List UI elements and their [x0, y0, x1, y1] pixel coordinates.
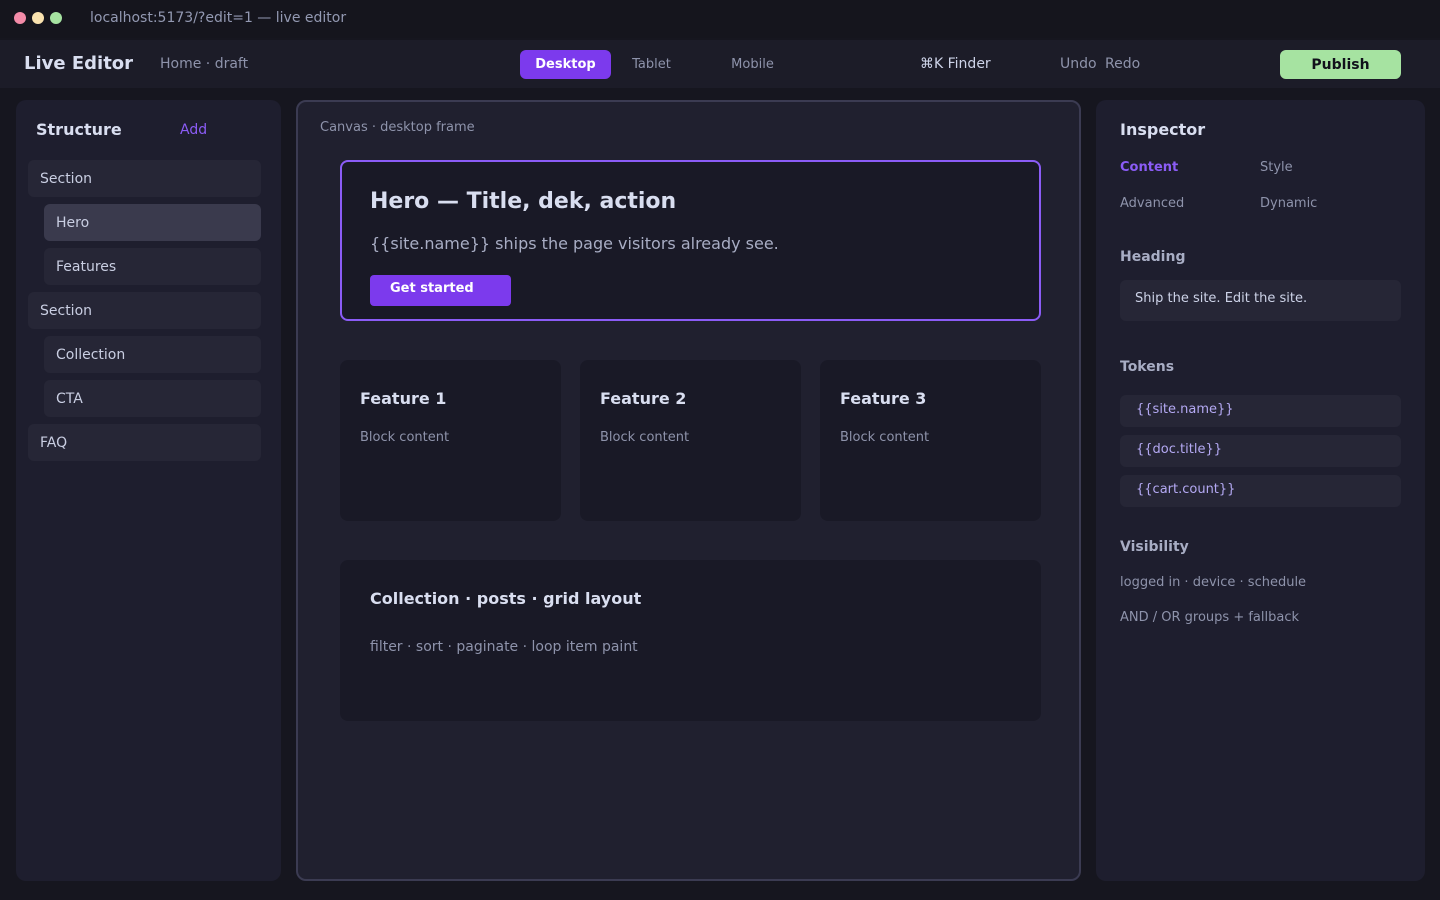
hero-cta-button[interactable]: Get started [370, 275, 511, 306]
minimize-window-icon[interactable] [32, 12, 44, 24]
tree-item-cta[interactable]: CTA [44, 380, 261, 417]
device-tablet-button[interactable]: Tablet [606, 50, 697, 79]
device-desktop-button[interactable]: Desktop [520, 50, 611, 79]
tab-content[interactable]: Content [1120, 160, 1178, 175]
visibility-label: Visibility [1120, 539, 1189, 555]
token-chip[interactable]: {{doc.title}} [1120, 435, 1401, 467]
feature-title: Feature 3 [840, 389, 927, 408]
tree-item-section[interactable]: Section [28, 292, 261, 329]
breadcrumb[interactable]: Home · draft [160, 56, 248, 72]
visibility-conditions: logged in · device · schedule [1120, 575, 1307, 590]
collection-title: Collection · posts · grid layout [370, 589, 642, 608]
tree-item-faq[interactable]: FAQ [28, 424, 261, 461]
tab-style[interactable]: Style [1260, 160, 1293, 175]
feature-body: Block content [840, 430, 930, 445]
redo-button[interactable]: Redo [1105, 56, 1140, 72]
add-block-button[interactable]: Add [180, 122, 207, 138]
tab-advanced[interactable]: Advanced [1120, 196, 1184, 211]
feature-title: Feature 2 [600, 389, 687, 408]
device-mobile-button[interactable]: Mobile [707, 50, 798, 79]
maximize-window-icon[interactable] [50, 12, 62, 24]
canvas-label: Canvas · desktop frame [320, 120, 475, 135]
hero-dek[interactable]: {{site.name}} ships the page visitors al… [370, 234, 779, 253]
collection-subtitle: filter · sort · paginate · loop item pai… [370, 639, 638, 655]
inspector-title: Inspector [1120, 120, 1206, 139]
tree-item-collection[interactable]: Collection [44, 336, 261, 373]
tree-item-section[interactable]: Section [28, 160, 261, 197]
tree-item-features[interactable]: Features [44, 248, 261, 285]
undo-button[interactable]: Undo [1060, 56, 1097, 72]
close-window-icon[interactable] [14, 12, 26, 24]
address-text: localhost:5173/?edit=1 — live editor [90, 10, 347, 26]
feature-body: Block content [600, 430, 690, 445]
token-chip[interactable]: {{site.name}} [1120, 395, 1401, 427]
tree-item-hero[interactable]: Hero [44, 204, 261, 241]
visibility-logic: AND / OR groups + fallback [1120, 610, 1300, 625]
feature-title: Feature 1 [360, 389, 447, 408]
tab-dynamic[interactable]: Dynamic [1260, 196, 1317, 211]
hero-title[interactable]: Hero — Title, dek, action [370, 189, 676, 214]
finder-button[interactable]: ⌘K Finder [920, 56, 991, 72]
heading-label: Heading [1120, 249, 1186, 265]
app-title: Live Editor [24, 53, 134, 74]
tokens-label: Tokens [1120, 359, 1175, 375]
feature-body: Block content [360, 430, 450, 445]
publish-button[interactable]: Publish [1280, 50, 1401, 79]
token-chip[interactable]: {{cart.count}} [1120, 475, 1401, 507]
structure-title: Structure [36, 120, 122, 139]
heading-input[interactable]: Ship the site. Edit the site. [1120, 280, 1401, 321]
